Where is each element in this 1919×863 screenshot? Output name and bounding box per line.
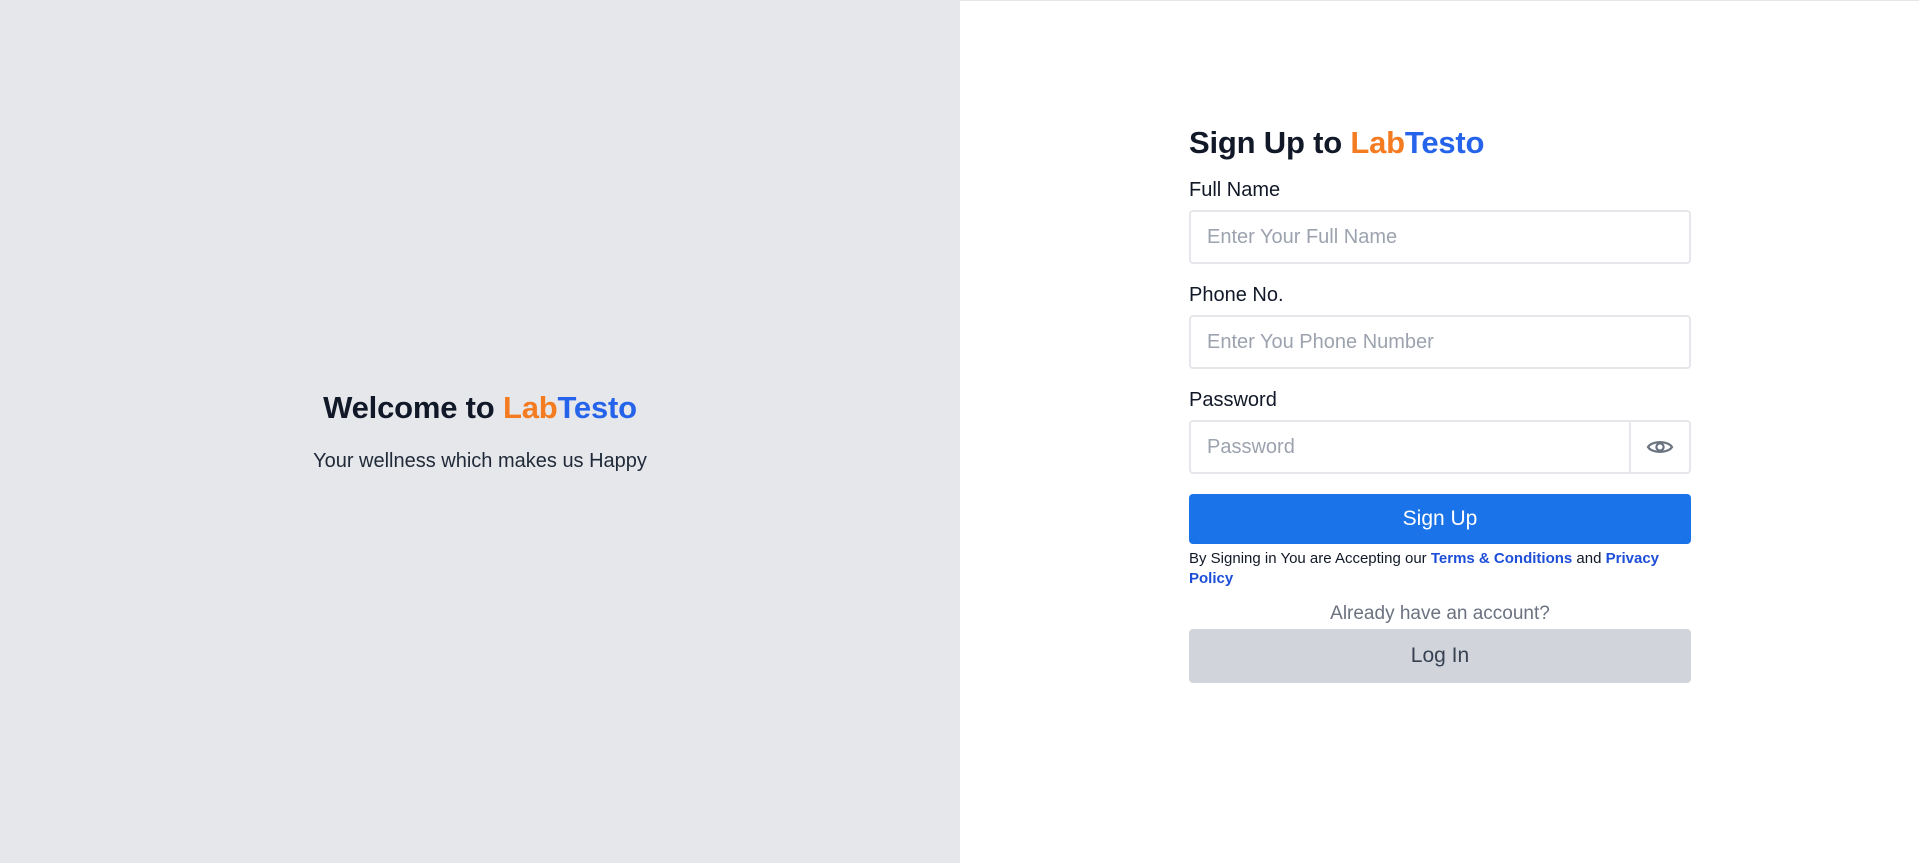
signup-panel: Sign Up to LabTesto Full Name Phone No. … — [960, 0, 1919, 863]
terms-link[interactable]: Terms & Conditions — [1431, 550, 1572, 567]
full-name-label: Full Name — [1189, 179, 1281, 201]
welcome-title: Welcome to LabTesto — [323, 390, 637, 426]
signup-form: Sign Up to LabTesto Full Name Phone No. … — [1189, 125, 1691, 683]
brand-testo: Testo — [557, 390, 637, 425]
password-row — [1189, 420, 1691, 474]
welcome-panel: Welcome to LabTesto Your wellness which … — [0, 0, 960, 863]
signup-title: Sign Up to LabTesto — [1189, 125, 1691, 161]
login-button[interactable]: Log In — [1189, 629, 1691, 683]
brand-lab: Lab — [502, 390, 558, 425]
welcome-tagline: Your wellness which makes us Happy — [313, 450, 647, 472]
signup-title-prefix: Sign Up to — [1189, 125, 1351, 160]
password-label: Password — [1189, 389, 1277, 411]
password-visibility-toggle[interactable] — [1629, 420, 1691, 474]
password-input[interactable] — [1189, 420, 1629, 474]
phone-input[interactable] — [1189, 315, 1691, 369]
already-account-text: Already have an account? — [1330, 603, 1550, 624]
eye-icon — [1646, 441, 1674, 453]
brand-testo: Testo — [1404, 125, 1485, 160]
terms-notice: By Signing in You are Accepting our Term… — [1189, 549, 1691, 589]
full-name-input[interactable] — [1189, 210, 1691, 264]
terms-prefix: By Signing in You are Accepting our — [1189, 550, 1431, 567]
signup-button[interactable]: Sign Up — [1189, 494, 1691, 544]
terms-middle: and — [1572, 550, 1606, 567]
phone-label: Phone No. — [1189, 284, 1284, 306]
welcome-prefix: Welcome to — [323, 390, 503, 425]
brand-lab: Lab — [1350, 125, 1405, 160]
